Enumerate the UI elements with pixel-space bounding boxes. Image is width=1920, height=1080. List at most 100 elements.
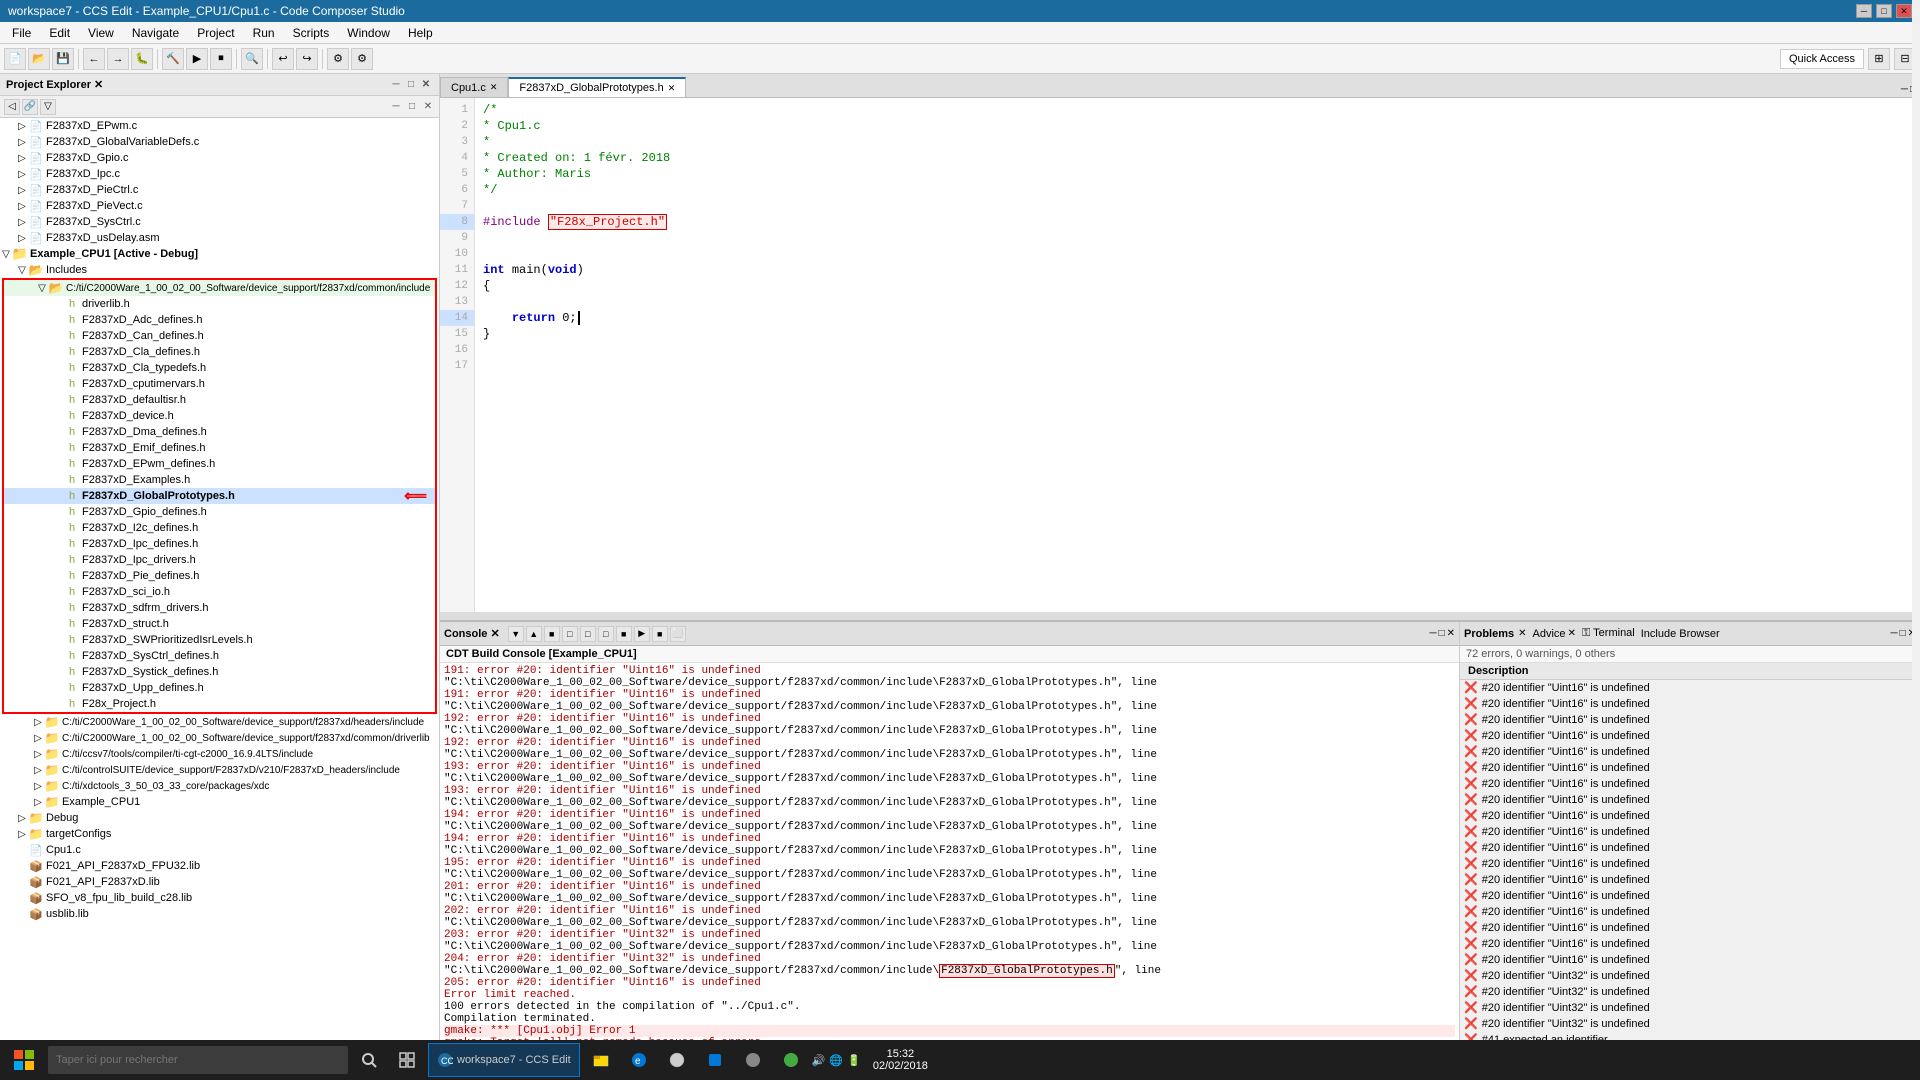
win-tb-edge[interactable]: e: [622, 1043, 656, 1077]
tree-item-debug[interactable]: ▷ 📁 Debug: [0, 810, 439, 826]
toolbar-undo[interactable]: ↩: [272, 48, 294, 70]
toolbar-stop[interactable]: ⏹: [210, 48, 232, 70]
tree-item-ipc[interactable]: ▷ 📄 F2837xD_Ipc.c: [0, 166, 439, 182]
win-tb-explorer[interactable]: [584, 1043, 618, 1077]
menu-view[interactable]: View: [80, 24, 122, 42]
minimize-button[interactable]: ─: [1856, 4, 1872, 18]
tab-close-problems[interactable]: ✕: [1518, 628, 1526, 639]
console-btn-5[interactable]: □: [580, 626, 596, 642]
editor-code-area[interactable]: 1 2 3 4 5 6 7 8 9 10 11 12 13 14 15 16 1: [440, 98, 1920, 612]
problem-item-12[interactable]: ❌#20 identifier "Uint16" is undefined: [1460, 856, 1920, 872]
tree-item-include-path2[interactable]: ▷ 📁 C:/ti/C2000Ware_1_00_02_00_Software/…: [0, 714, 439, 730]
tree-item-adc-h[interactable]: ▷ h F2837xD_Adc_defines.h: [4, 312, 435, 328]
problem-item-14[interactable]: ❌#20 identifier "Uint16" is undefined: [1460, 888, 1920, 904]
console-btn-3[interactable]: ■: [544, 626, 560, 642]
tray-icon-2[interactable]: 🌐: [829, 1054, 843, 1067]
advice-tab[interactable]: Advice: [1533, 628, 1566, 640]
toolbar-misc1[interactable]: ⚙: [327, 48, 349, 70]
console-max-btn[interactable]: □: [1439, 628, 1445, 639]
win-tb-app1[interactable]: [736, 1043, 770, 1077]
tree-item-dma-h[interactable]: ▷ h F2837xD_Dma_defines.h: [4, 424, 435, 440]
menu-help[interactable]: Help: [400, 24, 441, 42]
toolbar-build[interactable]: 🔨: [162, 48, 184, 70]
problem-item-8[interactable]: ❌#20 identifier "Uint16" is undefined: [1460, 792, 1920, 808]
toolbar-new[interactable]: 📄: [4, 48, 26, 70]
tree-item-include-path4[interactable]: ▷ 📁 C:/ti/ccsv7/tools/compiler/ti-cgt-c2…: [0, 746, 439, 762]
problems-min-btn[interactable]: ─: [1890, 628, 1897, 639]
toolbar-save[interactable]: 💾: [52, 48, 74, 70]
toolbar-search[interactable]: 🔍: [241, 48, 263, 70]
tree-item-sci-h[interactable]: ▷ h F2837xD_sci_io.h: [4, 584, 435, 600]
problem-item-15[interactable]: ❌#20 identifier "Uint16" is undefined: [1460, 904, 1920, 920]
tree-item-ipc-drivers-h[interactable]: ▷ h F2837xD_Ipc_drivers.h: [4, 552, 435, 568]
problem-item-16[interactable]: ❌#20 identifier "Uint16" is undefined: [1460, 920, 1920, 936]
win-tb-ccs[interactable]: CCS workspace7 - CCS Edit: [428, 1043, 580, 1077]
tree-item-cla-h[interactable]: ▷ h F2837xD_Cla_defines.h: [4, 344, 435, 360]
quick-access-input[interactable]: Quick Access: [1780, 49, 1864, 69]
problem-item-18[interactable]: ❌#20 identifier "Uint16" is undefined: [1460, 952, 1920, 968]
tree-item-swprio-h[interactable]: ▷ h F2837xD_SWPrioritizedIsrLevels.h: [4, 632, 435, 648]
problem-item-19[interactable]: ❌#20 identifier "Uint32" is undefined: [1460, 968, 1920, 984]
tree-item-gpio[interactable]: ▷ 📄 F2837xD_Gpio.c: [0, 150, 439, 166]
code-content[interactable]: /* * Cpu1.c * * Created on: 1 févr. 2018…: [475, 98, 1912, 612]
panel-minimize-btn[interactable]: ─: [389, 78, 403, 92]
toolbar-run[interactable]: ▶: [186, 48, 208, 70]
problem-item-5[interactable]: ❌#20 identifier "Uint16" is undefined: [1460, 744, 1920, 760]
toolbar-back[interactable]: ←: [83, 48, 105, 70]
problem-item-4[interactable]: ❌#20 identifier "Uint16" is undefined: [1460, 728, 1920, 744]
toolbar-misc2[interactable]: ⚙: [351, 48, 373, 70]
tree-item-upp-h[interactable]: ▷ h F2837xD_Upp_defines.h: [4, 680, 435, 696]
editor-tab-globalprototypes[interactable]: F2837xD_GlobalPrototypes.h ✕: [508, 77, 686, 97]
win-tb-app2[interactable]: [774, 1043, 808, 1077]
problem-item-3[interactable]: ❌#20 identifier "Uint16" is undefined: [1460, 712, 1920, 728]
console-btn-7[interactable]: ■: [616, 626, 632, 642]
tree-item-include-path6[interactable]: ▷ 📁 C:/ti/xdctools_3_50_03_33_core/packa…: [0, 778, 439, 794]
pe-collapse-btn[interactable]: ◁: [4, 99, 20, 115]
include-browser-tab[interactable]: Include Browser: [1641, 628, 1720, 640]
problems-tab[interactable]: Problems: [1464, 628, 1514, 640]
tab-close-icon[interactable]: ✕: [490, 82, 498, 93]
problem-item-7[interactable]: ❌#20 identifier "Uint16" is undefined: [1460, 776, 1920, 792]
tree-item-driverlib-h[interactable]: ▷ h driverlib.h: [4, 296, 435, 312]
tree-item-pievect[interactable]: ▷ 📄 F2837xD_PieVect.c: [0, 198, 439, 214]
problem-item-11[interactable]: ❌#20 identifier "Uint16" is undefined: [1460, 840, 1920, 856]
panel-maximize-btn[interactable]: □: [404, 78, 418, 92]
tree-item-usblib[interactable]: ▷ 📦 usblib.lib: [0, 906, 439, 922]
close-button[interactable]: ✕: [1896, 4, 1912, 18]
problem-item-22[interactable]: ❌#20 identifier "Uint32" is undefined: [1460, 1016, 1920, 1032]
problem-item-2[interactable]: ❌#20 identifier "Uint16" is undefined: [1460, 696, 1920, 712]
win-tb-files[interactable]: [698, 1043, 732, 1077]
console-btn-9[interactable]: ■: [652, 626, 668, 642]
problem-item-20[interactable]: ❌#20 identifier "Uint32" is undefined: [1460, 984, 1920, 1000]
tree-item-cla-typedefs-h[interactable]: ▷ h F2837xD_Cla_typedefs.h: [4, 360, 435, 376]
pe-min[interactable]: ─: [389, 100, 403, 114]
toolbar-open[interactable]: 📂: [28, 48, 50, 70]
editor-hscrollbar[interactable]: [440, 612, 1920, 620]
problem-item-21[interactable]: ❌#20 identifier "Uint32" is undefined: [1460, 1000, 1920, 1016]
tree-item-systick-h[interactable]: ▷ h F2837xD_Systick_defines.h: [4, 664, 435, 680]
pe-close[interactable]: ✕: [421, 100, 435, 114]
tree-item-device-h[interactable]: ▷ h F2837xD_device.h: [4, 408, 435, 424]
tree-item-target-configs[interactable]: ▷ 📁 targetConfigs: [0, 826, 439, 842]
tree-item-f2837xd_epwm[interactable]: ▷ 📄 F2837xD_EPwm.c: [0, 118, 439, 134]
console-tab-label[interactable]: Console ✕: [444, 627, 500, 640]
problems-max-btn[interactable]: □: [1900, 628, 1906, 639]
editor-minimize-btn[interactable]: ─: [1901, 84, 1908, 95]
menu-edit[interactable]: Edit: [41, 24, 78, 42]
toolbar-perspective1[interactable]: ⊞: [1868, 48, 1890, 70]
tree-item-globalprototypes-h[interactable]: ▷ h F2837xD_GlobalPrototypes.h ⟸: [4, 488, 435, 504]
terminal-tab[interactable]: ⚿ Terminal: [1582, 627, 1635, 640]
problem-item-6[interactable]: ❌#20 identifier "Uint16" is undefined: [1460, 760, 1920, 776]
tree-item-includes[interactable]: ▽ 📂 Includes: [0, 262, 439, 278]
tree-item-struct-h[interactable]: ▷ h F2837xD_struct.h: [4, 616, 435, 632]
tree-item-defaultisr-h[interactable]: ▷ h F2837xD_defaultisr.h: [4, 392, 435, 408]
console-min-btn[interactable]: ─: [1429, 628, 1436, 639]
tree-item-can-h[interactable]: ▷ h F2837xD_Can_defines.h: [4, 328, 435, 344]
tree-item-pie-h[interactable]: ▷ h F2837xD_Pie_defines.h: [4, 568, 435, 584]
tree-item-include-path3[interactable]: ▷ 📁 C:/ti/C2000Ware_1_00_02_00_Software/…: [0, 730, 439, 746]
menu-window[interactable]: Window: [339, 24, 398, 42]
panel-close-btn[interactable]: ✕: [419, 78, 433, 92]
menu-project[interactable]: Project: [189, 24, 242, 42]
problem-item-13[interactable]: ❌#20 identifier "Uint16" is undefined: [1460, 872, 1920, 888]
tree-item-usdelay[interactable]: ▷ 📄 F2837xD_usDelay.asm: [0, 230, 439, 246]
